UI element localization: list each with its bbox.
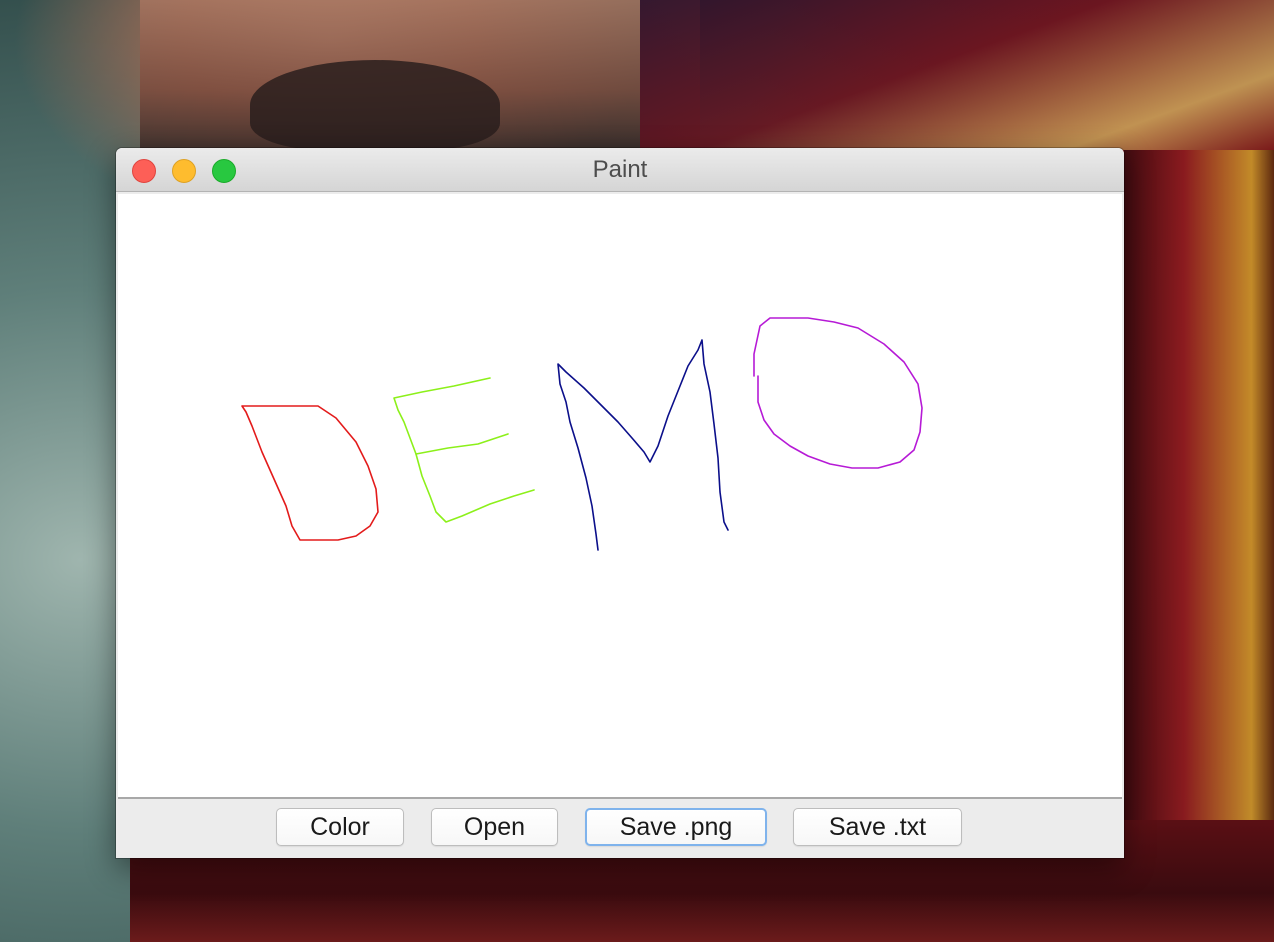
wallpaper-beard: [250, 60, 500, 150]
open-button[interactable]: Open: [431, 808, 558, 846]
drawing-canvas[interactable]: [118, 194, 1122, 799]
save-png-button[interactable]: Save .png: [585, 808, 767, 846]
wallpaper-armor-top: [640, 0, 1274, 150]
title-bar[interactable]: Paint: [116, 148, 1124, 192]
window-title: Paint: [592, 156, 648, 183]
button-toolbar: Color Open Save .png Save .txt: [116, 799, 1124, 858]
save-txt-button[interactable]: Save .txt: [793, 808, 962, 846]
stroke-letter-m: [557, 339, 729, 551]
drawing-surface[interactable]: [118, 194, 1122, 797]
stroke-letter-e-middle: [415, 433, 509, 455]
stroke-letter-e: [393, 377, 535, 523]
stroke-letter-o: [753, 317, 923, 469]
paint-window: Paint Color Open Save .png Save .txt: [116, 148, 1124, 858]
color-button[interactable]: Color: [276, 808, 404, 846]
stroke-letter-d: [241, 405, 379, 541]
